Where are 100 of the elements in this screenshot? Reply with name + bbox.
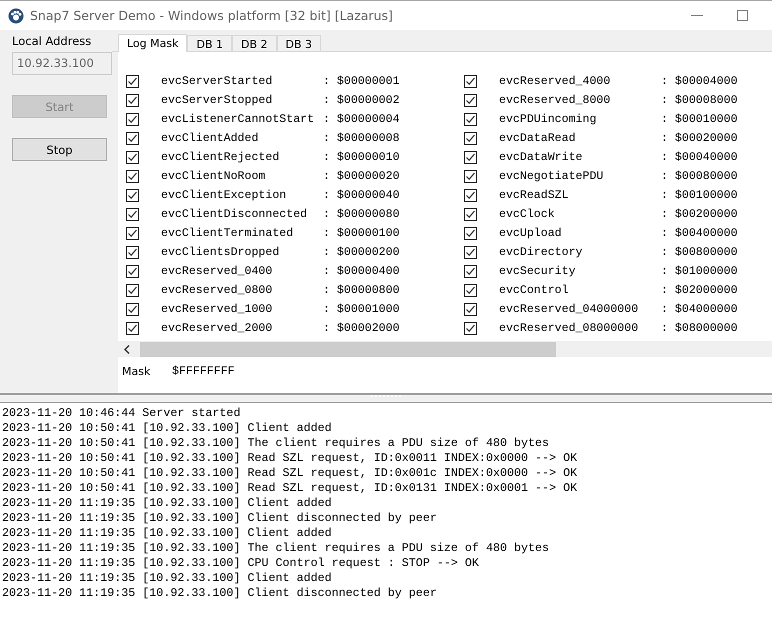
flag-name: evcClientException bbox=[161, 189, 288, 202]
flag-value: : $00080000 bbox=[661, 170, 738, 183]
action-button[interactable]: Stop bbox=[12, 138, 107, 161]
address-field[interactable]: 10.92.33.100 bbox=[12, 52, 112, 75]
flag-value: : $00400000 bbox=[661, 227, 738, 240]
checkbox[interactable] bbox=[126, 284, 139, 297]
log-line: 2023-11-20 11:19:35 [10.92.33.100] Client added bbox=[2, 571, 333, 586]
flag-name: evcClock bbox=[499, 208, 556, 221]
checkbox[interactable] bbox=[126, 113, 139, 126]
flag-name: evcReserved_4000 bbox=[499, 75, 612, 88]
checkbox[interactable] bbox=[126, 189, 139, 202]
flag-value: : $00002000 bbox=[323, 322, 400, 335]
minimize-icon[interactable] bbox=[691, 14, 703, 16]
checkbox[interactable] bbox=[464, 132, 477, 145]
flag-name: evcReserved_04000000 bbox=[499, 303, 640, 316]
flag-value: : $00000080 bbox=[323, 208, 400, 221]
flag-name: evcClientsDropped bbox=[161, 246, 280, 259]
log-line: 2023-11-20 11:19:35 [10.92.33.100] CPU Control request : STOP --> OK bbox=[2, 556, 480, 571]
flag-name: evcClientAdded bbox=[161, 132, 260, 145]
checkbox[interactable] bbox=[464, 265, 477, 278]
log-line: 2023-11-20 11:19:35 [10.92.33.100] Client disconnected by peer bbox=[2, 586, 438, 601]
flag-name: evcSecurity bbox=[499, 265, 577, 278]
flag-name: evcDirectory bbox=[499, 246, 584, 259]
flag-value: : $00000001 bbox=[323, 75, 400, 88]
checkbox[interactable] bbox=[126, 227, 139, 240]
checkbox[interactable] bbox=[464, 227, 477, 240]
checkbox[interactable] bbox=[464, 170, 477, 183]
checkbox[interactable] bbox=[464, 322, 477, 335]
flag-value: : $04000000 bbox=[661, 303, 738, 316]
checkbox[interactable] bbox=[126, 170, 139, 183]
checkbox[interactable] bbox=[464, 208, 477, 221]
app-icon bbox=[8, 8, 24, 24]
address-label: Local Address bbox=[12, 34, 92, 48]
log-line: 2023-11-20 11:19:35 [10.92.33.100] The client requires a PDU size of 480 bytes bbox=[2, 541, 550, 556]
flag-value: : $00040000 bbox=[661, 151, 738, 164]
flag-value: : $00000008 bbox=[323, 132, 400, 145]
checkbox[interactable] bbox=[464, 189, 477, 202]
checkbox[interactable] bbox=[126, 208, 139, 221]
log-line: 2023-11-20 11:19:35 [10.92.33.100] Client disconnected by peer bbox=[2, 511, 438, 526]
checkbox[interactable] bbox=[464, 303, 477, 316]
checkbox[interactable] bbox=[464, 151, 477, 164]
flag-name: evcPDUincoming bbox=[499, 113, 598, 126]
splitter-handle[interactable] bbox=[0, 393, 772, 403]
log-line: 2023-11-20 11:19:35 [10.92.33.100] Client added bbox=[2, 496, 333, 511]
flag-name: evcClientNoRoom bbox=[161, 170, 266, 183]
checkbox[interactable] bbox=[464, 246, 477, 259]
flag-value: : $00000040 bbox=[323, 189, 400, 202]
flag-value: : $00008000 bbox=[661, 94, 738, 107]
flag-name: evcReserved_0800 bbox=[161, 284, 274, 297]
flag-name: evcReserved_1000 bbox=[161, 303, 274, 316]
mask-value: $FFFFFFFF bbox=[172, 365, 235, 378]
log-line: 2023-11-20 10:50:41 [10.92.33.100] Read SZL request, ID:0x001c INDEX:0x0000 --> OK bbox=[2, 466, 578, 481]
flag-value: : $00001000 bbox=[323, 303, 400, 316]
checkbox[interactable] bbox=[126, 75, 139, 88]
flag-name: evcNegotiatePDU bbox=[499, 170, 604, 183]
log-line: 2023-11-20 10:46:44 Server started bbox=[2, 406, 242, 421]
flag-name: evcListenerCannotStart bbox=[161, 113, 316, 126]
checkbox[interactable] bbox=[126, 303, 139, 316]
flag-name: evcServerStarted bbox=[161, 75, 274, 88]
flag-name: evcReserved_0400 bbox=[161, 265, 274, 278]
tab[interactable]: DB 2 bbox=[232, 35, 277, 51]
log-line: 2023-11-20 10:50:41 [10.92.33.100] Read SZL request, ID:0x0011 INDEX:0x0000 --> OK bbox=[2, 451, 578, 466]
checkbox[interactable] bbox=[126, 151, 139, 164]
mask-label: Mask bbox=[121, 365, 152, 378]
flag-value: : $00000004 bbox=[323, 113, 400, 126]
flag-value: : $00000010 bbox=[323, 151, 400, 164]
checkbox[interactable] bbox=[464, 75, 477, 88]
flag-name: evcClientRejected bbox=[161, 151, 280, 164]
flag-value: : $00000100 bbox=[323, 227, 400, 240]
flag-value: : $00800000 bbox=[661, 246, 738, 259]
scroll-left-icon[interactable] bbox=[124, 344, 130, 354]
flag-value: : $00010000 bbox=[661, 113, 738, 126]
flag-value: : $00000200 bbox=[323, 246, 400, 259]
flag-name: evcDataWrite bbox=[499, 151, 584, 164]
checkbox[interactable] bbox=[464, 94, 477, 107]
log-line: 2023-11-20 11:19:35 [10.92.33.100] Client added bbox=[2, 526, 333, 541]
horizontal-scrollbar[interactable] bbox=[118, 341, 772, 357]
tab[interactable]: Log Mask bbox=[118, 34, 188, 52]
flag-value: : $01000000 bbox=[661, 265, 738, 278]
flag-value: : $00000800 bbox=[323, 284, 400, 297]
flag-value: : $00000002 bbox=[323, 94, 400, 107]
flag-value: : $00100000 bbox=[661, 189, 738, 202]
log-line: 2023-11-20 10:50:41 [10.92.33.100] Read SZL request, ID:0x0131 INDEX:0x0001 --> OK bbox=[2, 481, 578, 496]
checkbox[interactable] bbox=[126, 265, 139, 278]
flag-name: evcUpload bbox=[499, 227, 563, 240]
tab[interactable]: DB 3 bbox=[276, 35, 322, 51]
flag-value: : $08000000 bbox=[661, 322, 738, 335]
flag-value: : $02000000 bbox=[661, 284, 738, 297]
checkbox[interactable] bbox=[464, 284, 477, 297]
checkbox[interactable] bbox=[126, 132, 139, 145]
checkbox[interactable] bbox=[464, 113, 477, 126]
checkbox[interactable] bbox=[126, 246, 139, 259]
checkbox[interactable] bbox=[126, 322, 139, 335]
flag-name: evcClientDisconnected bbox=[161, 208, 308, 221]
log-line: 2023-11-20 10:50:41 [10.92.33.100] The client requires a PDU size of 480 bytes bbox=[2, 436, 550, 451]
flag-name: evcReadSZL bbox=[499, 189, 570, 202]
tab[interactable]: DB 1 bbox=[187, 35, 232, 51]
checkbox[interactable] bbox=[126, 94, 139, 107]
maximize-icon[interactable] bbox=[737, 10, 748, 21]
flag-value: : $00000020 bbox=[323, 170, 400, 183]
